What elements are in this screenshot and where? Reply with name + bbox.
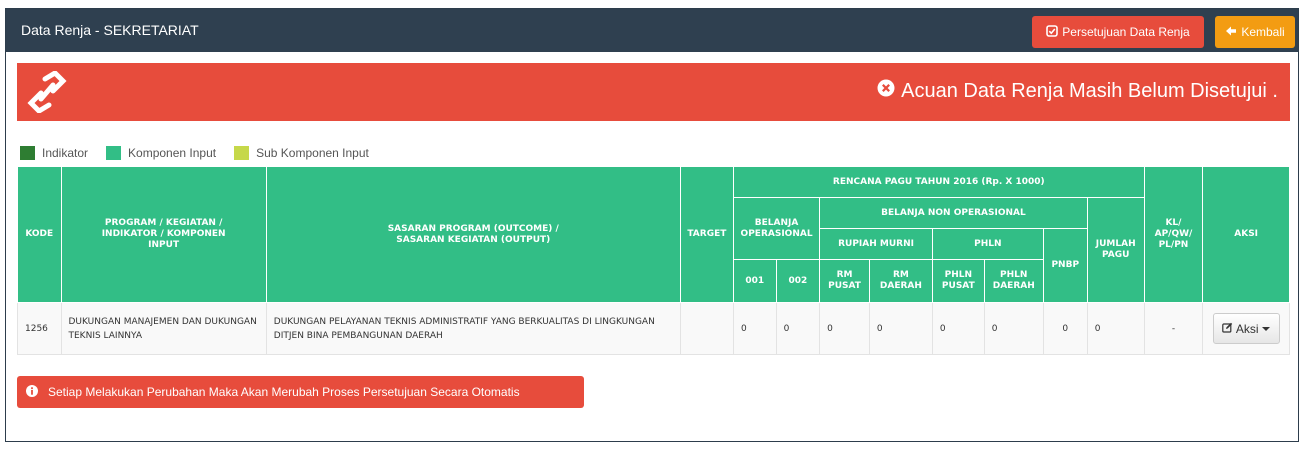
cell-phln-daerah: 0 [983,302,1044,355]
legend: Indikator Komponen Input Sub Komponen In… [20,146,387,160]
approve-renja-button[interactable]: Persetujuan Data Renja [1032,16,1204,48]
header-phln-pusat: PHLN PUSAT [931,259,985,303]
cell-aksi: Aksi [1202,302,1290,355]
header-kode: KODE [17,166,62,303]
header-belanja-non-operasional: BELANJA NON OPERASIONAL [819,197,1088,229]
legend-swatch [20,146,35,160]
aksi-label: Aksi [1235,321,1259,336]
table-row: 1256 DUKUNGAN MANAJEMEN DAN DUKUNGAN TEK… [17,302,1290,355]
cell-sasaran: DUKUNGAN PELAYANAN TEKNIS ADMINISTRATIF … [265,302,681,355]
legend-item-sub-komponen-input: Sub Komponen Input [234,146,369,160]
warning-text: Setiap Melakukan Perubahan Maka Akan Mer… [48,385,520,399]
header-rm-pusat: RM PUSAT [819,259,870,303]
header-rupiah-murni: RUPIAH MURNI [819,228,933,260]
edit-icon [1222,322,1236,336]
header-phln: PHLN [931,228,1044,260]
cell-002: 0 [775,302,821,355]
caret-down-icon [1262,326,1271,331]
auto-approval-warning[interactable]: Setiap Melakukan Perubahan Maka Akan Mer… [17,376,584,408]
cell-target [679,302,734,355]
cell-rm-daerah: 0 [868,302,933,355]
cell-kl: - [1143,302,1204,355]
cell-kode: 1256 [17,302,62,355]
cell-program: DUKUNGAN MANAJEMEN DAN DUKUNGAN TEKNIS L… [60,302,267,355]
header-rm-daerah: RM DAERAH [868,259,933,303]
back-label: Kembali [1241,25,1285,39]
legend-swatch [106,146,122,160]
arrow-left-icon [1225,25,1241,40]
alert-message: Acuan Data Renja Masih Belum Disetujui . [877,79,1278,103]
legend-label: Sub Komponen Input [256,146,369,160]
header-002: 002 [775,259,821,303]
cell-pnbp: 0 [1042,302,1088,355]
alert-text: Acuan Data Renja Masih Belum Disetujui . [901,79,1278,102]
legend-swatch [234,146,250,160]
header-001: 001 [732,259,777,303]
page-frame: Data Renja - SEKRETARIAT Persetujuan Dat… [5,8,1299,442]
cell-001: 0 [732,302,777,355]
legend-item-indikator: Indikator [20,146,88,160]
header-phln-daerah: PHLN DAERAH [983,259,1044,303]
header-rencana-pagu: RENCANA PAGU TAHUN 2016 (Rp. X 1000) [732,166,1145,198]
header-jumlah-pagu: JUMLAH PAGU [1086,197,1145,303]
legend-item-komponen-input: Komponen Input [106,146,216,160]
header-aksi: AKSI [1202,166,1290,303]
legend-label: Indikator [42,146,89,160]
page-title: Data Renja - SEKRETARIAT [21,22,199,38]
header-sasaran: SASARAN PROGRAM (OUTCOME) / SASARAN KEGI… [265,166,681,303]
link-logo-icon [27,69,67,115]
page-header: Data Renja - SEKRETARIAT Persetujuan Dat… [6,9,1298,52]
back-button[interactable]: Kembali [1215,16,1295,48]
check-square-icon [1046,24,1062,40]
header-program: PROGRAM / KEGIATAN / INDIKATOR / KOMPONE… [60,166,267,303]
cell-phln-pusat: 0 [931,302,985,355]
header-belanja-operasional: BELANJA OPERASIONAL [732,197,821,260]
info-circle-icon [26,384,48,400]
renja-table: KODE PROGRAM / KEGIATAN / INDIKATOR / KO… [17,166,1290,355]
cell-rm-pusat: 0 [819,302,870,355]
header-kl: KL/ AP/QW/ PL/PN [1143,166,1204,303]
aksi-dropdown-button[interactable]: Aksi [1212,313,1280,344]
approve-renja-label: Persetujuan Data Renja [1062,25,1190,39]
header-target: TARGET [679,166,734,303]
legend-label: Komponen Input [128,146,217,160]
approval-alert: Acuan Data Renja Masih Belum Disetujui . [17,63,1290,121]
cell-jumlah-pagu: 0 [1086,302,1145,355]
times-circle-icon [877,79,901,103]
header-pnbp: PNBP [1042,228,1088,303]
